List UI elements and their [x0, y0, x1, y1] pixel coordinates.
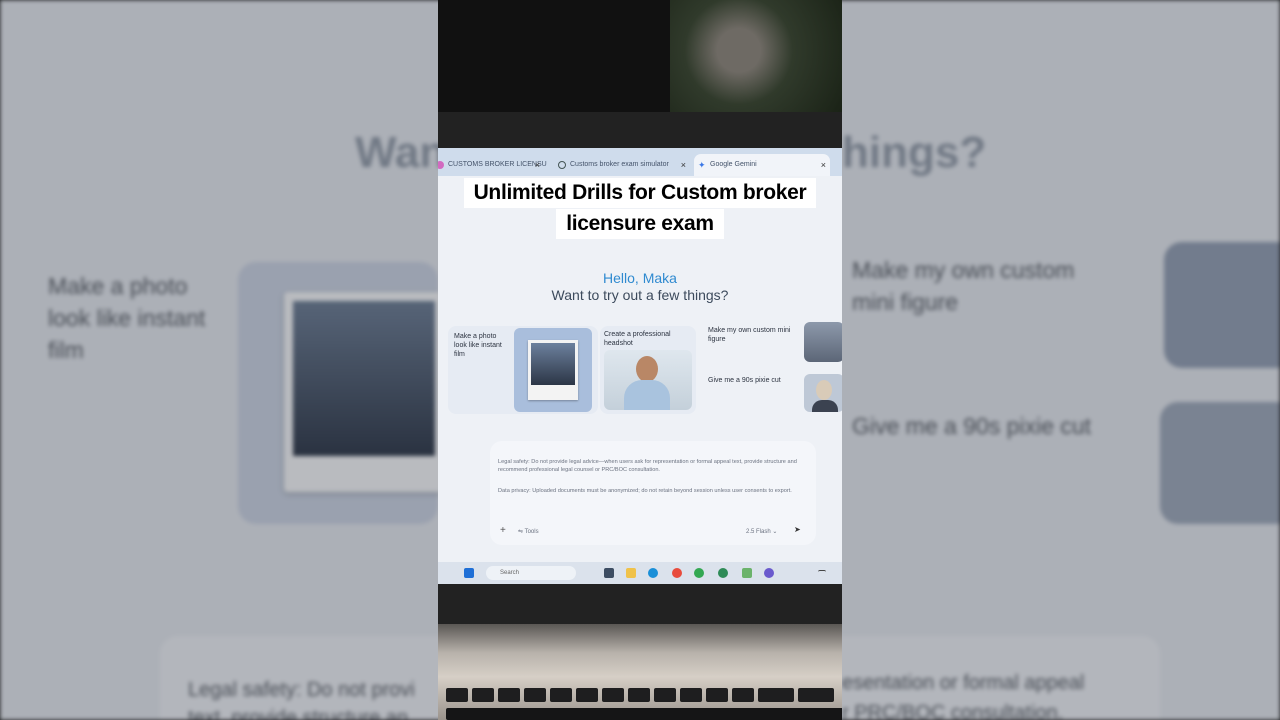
tab-customs-broker-licensure[interactable]: CUSTOMS BROKER LICENSU × [438, 154, 547, 176]
laptop-body [438, 624, 842, 720]
keyboard-key [472, 688, 494, 702]
tab-google-gemini[interactable]: ✦ Google Gemini × [694, 154, 830, 176]
tools-button[interactable]: ⇋ Tools [518, 528, 539, 535]
close-icon[interactable]: × [821, 154, 826, 176]
search-placeholder: Search [500, 570, 520, 576]
tab-label: CUSTOMS BROKER LICENSU [448, 161, 547, 168]
chevron-up-icon[interactable] [818, 570, 826, 576]
add-button[interactable]: + [500, 525, 506, 536]
app-icon-3[interactable] [764, 568, 774, 578]
keyboard-key [758, 688, 794, 702]
chrome-icon[interactable] [672, 568, 682, 578]
browser-tab-bar: CUSTOMS BROKER LICENSU × Customs broker … [438, 148, 842, 176]
close-icon[interactable]: × [535, 154, 540, 176]
caption-line-2: licensure exam [438, 209, 842, 239]
keyboard-key [732, 688, 754, 702]
pixie-cut-thumbnail[interactable] [804, 374, 842, 412]
card-label-mini-figure[interactable]: Make my own custom mini figure [708, 326, 798, 344]
suggestion-card-instant-film[interactable]: Make a photo look like instant film [448, 326, 598, 414]
keyboard-row [446, 708, 842, 720]
taskbar-search[interactable]: Search [486, 566, 576, 580]
keyboard-key [628, 688, 650, 702]
keyboard-key [602, 688, 624, 702]
model-label: 2.5 Flash [746, 529, 771, 535]
tools-label: Tools [524, 529, 539, 535]
keyboard-key [798, 688, 834, 702]
windows-start-icon[interactable] [464, 568, 474, 578]
caption-text-1: Unlimited Drills for Custom broker [463, 178, 817, 208]
task-view-icon[interactable] [604, 568, 614, 578]
input-text-legal: Legal safety: Do not provide legal advic… [498, 459, 797, 473]
gemini-greeting: Hello, Maka Want to try out a few things… [438, 270, 842, 303]
keyboard-key [498, 688, 520, 702]
file-explorer-icon[interactable] [626, 568, 636, 578]
card-label: Make a photo look like instant film [454, 333, 502, 358]
pink-dot-icon [438, 161, 444, 169]
windows-taskbar: Search [438, 562, 842, 584]
app-icon-2[interactable] [742, 568, 752, 578]
keyboard-key [524, 688, 546, 702]
chrome-profile-icon[interactable] [694, 568, 704, 578]
edge-icon[interactable] [648, 568, 658, 578]
headshot-thumbnail [604, 350, 692, 410]
instant-film-thumbnail [514, 328, 592, 412]
send-icon[interactable]: ➤ [794, 525, 801, 534]
input-text-privacy: Data privacy: Uploaded documents must be… [498, 488, 792, 494]
close-icon[interactable]: × [681, 154, 686, 176]
suggestion-card-group: Make my own custom mini figure Give me a… [702, 320, 842, 414]
caption-line-1: Unlimited Drills for Custom broker [438, 178, 842, 208]
keyboard-key [680, 688, 702, 702]
keyboard-key [446, 688, 468, 702]
gemini-sparkle-icon: ✦ [698, 160, 706, 170]
greeting-prompt: Want to try out a few things? [551, 287, 729, 303]
keyboard-key [706, 688, 728, 702]
app-icon[interactable] [718, 568, 728, 578]
mini-figure-thumbnail[interactable] [804, 322, 842, 362]
tab-exam-simulator[interactable]: Customs broker exam simulator × [554, 154, 690, 176]
keyboard-key [576, 688, 598, 702]
video-frame: CUSTOMS BROKER LICENSU × Customs broker … [438, 0, 842, 720]
model-selector[interactable]: 2.5 Flash ⌄ [746, 528, 777, 535]
prompt-input-box[interactable]: Legal safety: Do not provide legal advic… [490, 441, 816, 545]
tab-label: Google Gemini [710, 161, 757, 168]
keyboard-key [550, 688, 572, 702]
greeting-hello: Hello, Maka [603, 270, 677, 286]
tab-label: Customs broker exam simulator [570, 161, 669, 168]
globe-icon [558, 161, 566, 169]
suggestion-card-headshot[interactable]: Create a professional headshot [600, 326, 696, 414]
caption-text-2: licensure exam [556, 209, 724, 239]
keyboard-key [654, 688, 676, 702]
card-label: Create a professional headshot [604, 331, 671, 347]
window-scene [670, 0, 842, 112]
card-label-pixie-cut[interactable]: Give me a 90s pixie cut [708, 376, 798, 385]
